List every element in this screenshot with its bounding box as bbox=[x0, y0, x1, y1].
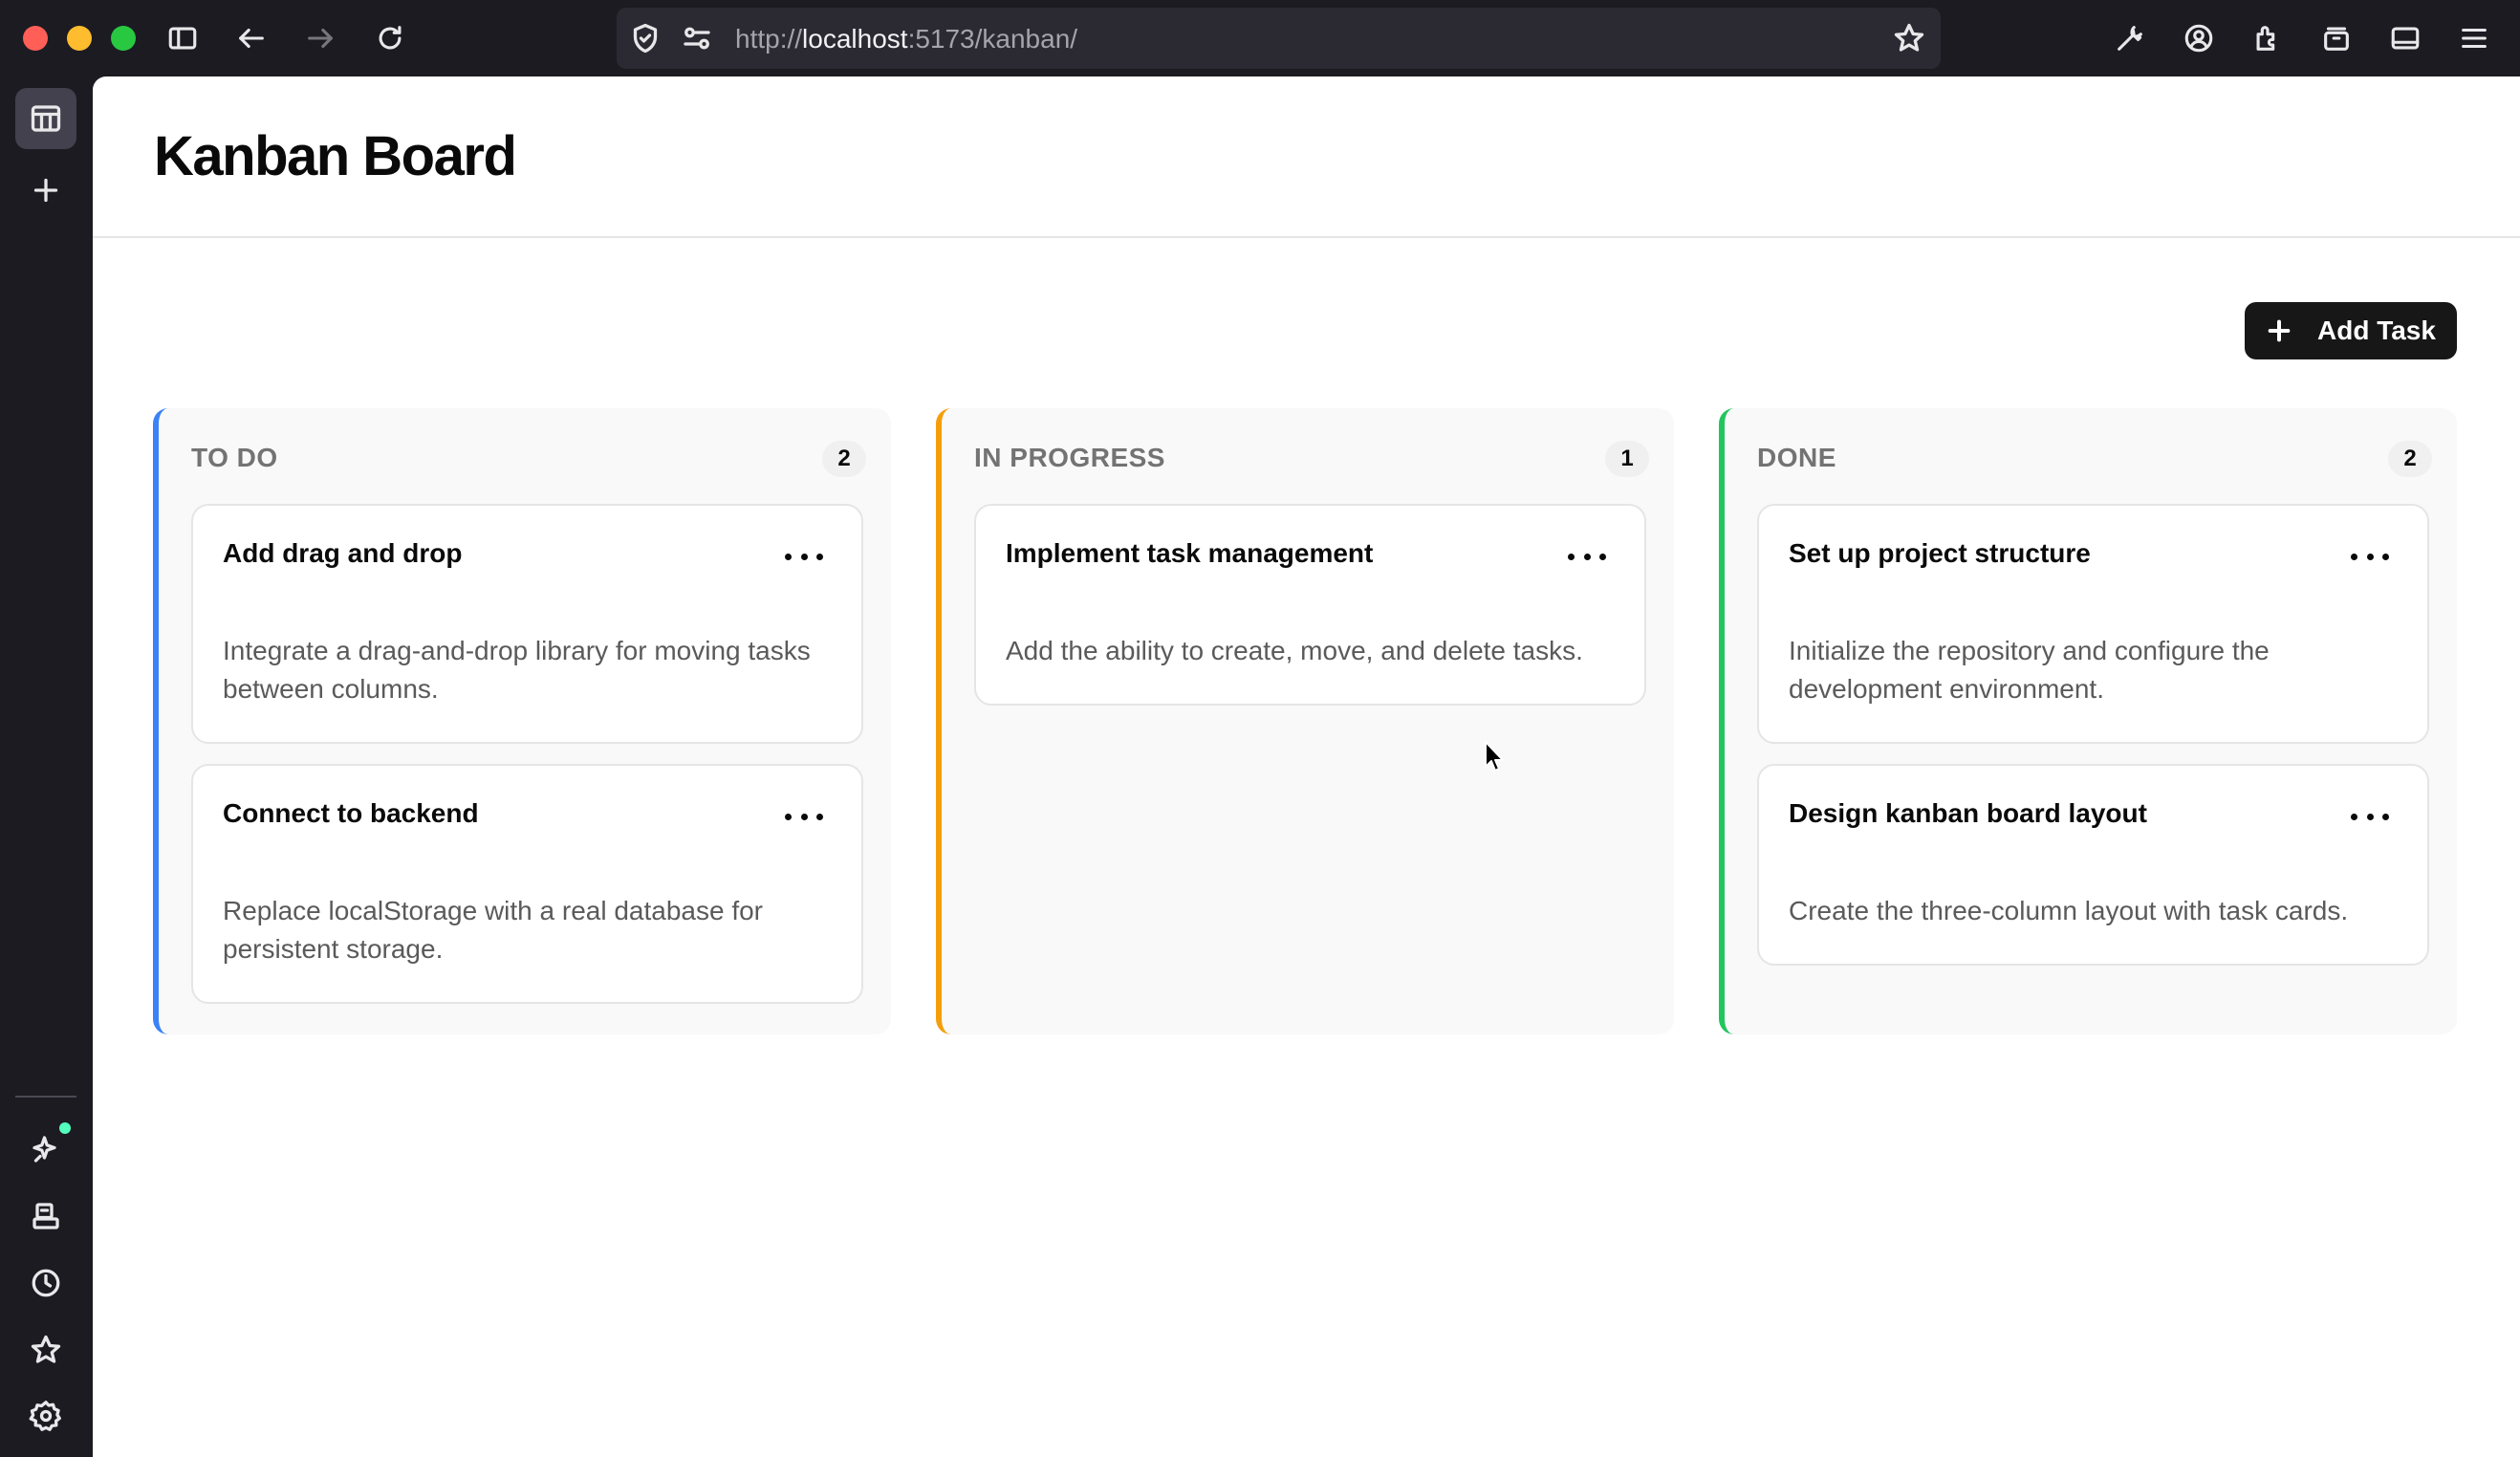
more-options-icon[interactable] bbox=[785, 810, 823, 823]
account-icon[interactable] bbox=[2178, 17, 2220, 59]
column-title: TO DO bbox=[191, 443, 278, 472]
bookmark-star-icon[interactable] bbox=[1892, 21, 1926, 55]
window-close-button[interactable] bbox=[23, 26, 48, 51]
column-count-badge: 2 bbox=[2388, 441, 2432, 477]
plus-icon[interactable] bbox=[15, 160, 76, 221]
sidebar-divider bbox=[15, 1096, 76, 1098]
column-title: DONE bbox=[1757, 443, 1836, 472]
task-card-title: Implement task management bbox=[1006, 538, 1374, 568]
reload-icon[interactable] bbox=[369, 17, 411, 59]
window-zoom-button[interactable] bbox=[111, 26, 136, 51]
url-text: http://localhost:5173/kanban/ bbox=[735, 24, 1077, 54]
task-card-description: Replace localStorage with a real databas… bbox=[223, 896, 764, 964]
task-card-description: Add the ability to create, move, and del… bbox=[1006, 636, 1583, 665]
bookmark-star-icon[interactable] bbox=[15, 1319, 76, 1381]
sparkle-icon[interactable] bbox=[15, 1119, 76, 1180]
url-path: :5173/kanban/ bbox=[907, 24, 1078, 54]
address-bar[interactable]: http://localhost:5173/kanban/ bbox=[617, 8, 1941, 69]
plus-icon bbox=[2264, 315, 2294, 346]
add-task-button[interactable]: Add Task bbox=[2245, 302, 2457, 359]
task-card-title: Set up project structure bbox=[1789, 538, 2091, 568]
task-card[interactable]: Set up project structure Initialize the … bbox=[1757, 504, 2429, 744]
task-card[interactable]: Add drag and drop Integrate a drag-and-d… bbox=[191, 504, 863, 744]
more-options-icon[interactable] bbox=[1568, 550, 1606, 563]
task-card-description: Initialize the repository and configure … bbox=[1789, 636, 2270, 704]
task-card-description: Integrate a drag-and-drop library for mo… bbox=[223, 636, 811, 704]
permissions-icon[interactable] bbox=[680, 21, 714, 55]
page-title: Kanban Board bbox=[154, 125, 517, 187]
window-minimize-button[interactable] bbox=[67, 26, 92, 51]
menu-icon[interactable] bbox=[2453, 17, 2495, 59]
more-options-icon[interactable] bbox=[2351, 810, 2389, 823]
url-prefix: http:// bbox=[735, 24, 803, 54]
column-title: IN PROGRESS bbox=[974, 443, 1165, 472]
shield-icon[interactable] bbox=[628, 21, 663, 55]
task-card-title: Connect to backend bbox=[223, 798, 479, 828]
more-options-icon[interactable] bbox=[2351, 550, 2389, 563]
column-in-progress: IN PROGRESS 1 Implement task management … bbox=[936, 408, 1674, 1034]
container-icon[interactable] bbox=[2315, 17, 2357, 59]
panel-icon[interactable] bbox=[15, 88, 76, 149]
kanban-page: Kanban Board Add Task TO DO 2 Add drag a… bbox=[93, 76, 2520, 1457]
back-icon[interactable] bbox=[230, 17, 272, 59]
mouse-cursor-icon bbox=[1485, 741, 1504, 772]
extensions-icon[interactable] bbox=[2247, 17, 2289, 59]
page-header: Kanban Board bbox=[93, 76, 2520, 238]
forward-icon[interactable] bbox=[299, 17, 341, 59]
browser-titlebar: http://localhost:5173/kanban/ bbox=[0, 0, 2520, 76]
task-card[interactable]: Connect to backend Replace localStorage … bbox=[191, 764, 863, 1004]
wrench-icon[interactable] bbox=[2109, 17, 2151, 59]
add-task-label: Add Task bbox=[2317, 315, 2436, 345]
column-todo: TO DO 2 Add drag and drop Integrate a dr… bbox=[153, 408, 891, 1034]
task-card-description: Create the three-column layout with task… bbox=[1789, 896, 2349, 925]
more-options-icon[interactable] bbox=[785, 550, 823, 563]
browser-sidebar bbox=[0, 76, 93, 1457]
column-done: DONE 2 Set up project structure Initiali… bbox=[1719, 408, 2457, 1034]
url-host: localhost bbox=[802, 24, 908, 54]
synced-tabs-icon[interactable] bbox=[15, 1185, 76, 1247]
sidebar-panel-icon[interactable] bbox=[2384, 17, 2426, 59]
task-card-title: Add drag and drop bbox=[223, 538, 463, 568]
notification-dot bbox=[59, 1122, 71, 1134]
settings-icon[interactable] bbox=[15, 1385, 76, 1446]
column-count-badge: 1 bbox=[1605, 441, 1649, 477]
column-count-badge: 2 bbox=[822, 441, 866, 477]
task-card[interactable]: Design kanban board layout Create the th… bbox=[1757, 764, 2429, 966]
history-icon[interactable] bbox=[15, 1252, 76, 1314]
task-card[interactable]: Implement task management Add the abilit… bbox=[974, 504, 1646, 706]
sidebar-toggle-icon[interactable] bbox=[162, 17, 204, 59]
task-card-title: Design kanban board layout bbox=[1789, 798, 2147, 828]
